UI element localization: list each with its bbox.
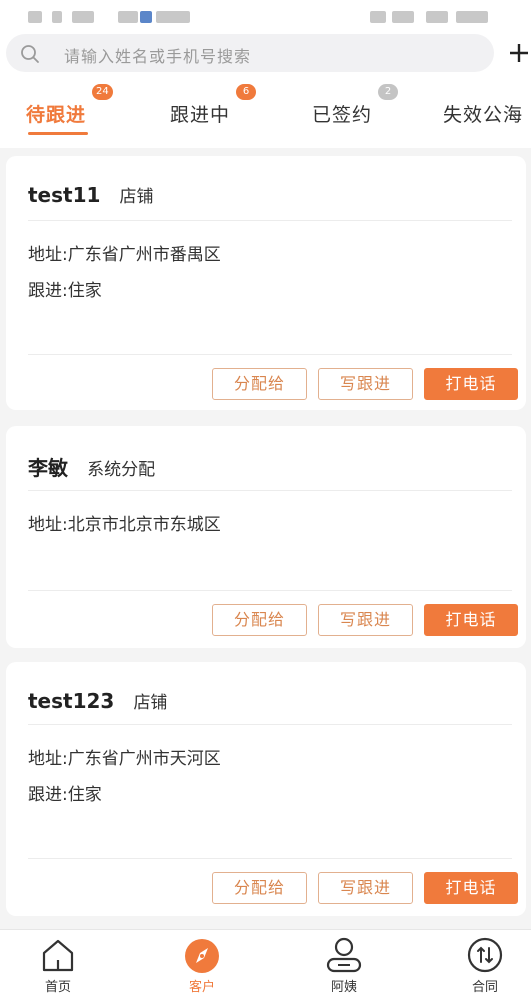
status-blur [72, 11, 94, 23]
nav-customers[interactable]: 客户 [172, 936, 232, 993]
assign-button[interactable]: 分配给 [212, 872, 307, 904]
customer-followup: 跟进:住家 [28, 785, 102, 805]
tab-badge: 24 [92, 84, 113, 100]
home-icon [42, 939, 74, 972]
search-icon [21, 45, 39, 63]
tab-signed[interactable]: 已签约 [312, 100, 372, 127]
card-divider [28, 220, 512, 221]
tab-badge: 6 [236, 84, 256, 100]
card-header: test123 店铺 [28, 688, 167, 713]
nav-label: 客户 [188, 980, 215, 993]
customer-name: test123 [28, 689, 115, 713]
call-button[interactable]: 打电话 [424, 368, 518, 400]
add-icon[interactable] [507, 36, 531, 70]
tab-pending[interactable]: 待跟进 [26, 100, 86, 127]
tab-label: 跟进中 [170, 104, 231, 126]
card-divider [28, 724, 512, 725]
customer-name: 李敏 [28, 456, 68, 480]
status-blur [370, 11, 386, 23]
search-input[interactable]: 请输入姓名或手机号搜索 [6, 34, 494, 72]
nav-home[interactable]: 首页 [28, 936, 88, 993]
tab-badge: 2 [378, 84, 398, 100]
status-bar [0, 0, 531, 34]
customer-source: 系统分配 [87, 460, 156, 480]
card-header: test11 店铺 [28, 182, 154, 207]
call-button[interactable]: 打电话 [424, 604, 518, 636]
status-blur [52, 11, 62, 23]
customer-card[interactable]: test11 店铺 地址:广东省广州市番禺区 跟进:住家 分配给 写跟进 打电话 [6, 156, 526, 410]
nav-label: 阿姨 [330, 980, 357, 993]
card-divider [28, 490, 512, 491]
customer-card[interactable]: test123 店铺 地址:广东省广州市天河区 跟进:住家 分配给 写跟进 打电… [6, 662, 526, 916]
write-followup-button[interactable]: 写跟进 [318, 604, 413, 636]
nav-label: 首页 [44, 980, 71, 993]
call-button[interactable]: 打电话 [424, 872, 518, 904]
customer-source: 店铺 [133, 693, 168, 713]
card-header: 李敏 系统分配 [28, 452, 155, 481]
status-tabs: 待跟进 24 跟进中 6 已签约 2 失效公海 [0, 76, 531, 148]
tab-expired-pool[interactable]: 失效公海 [443, 100, 523, 127]
tab-label: 失效公海 [443, 104, 524, 126]
nav-nannies[interactable]: 阿姨 [314, 936, 374, 993]
assign-button[interactable]: 分配给 [212, 368, 307, 400]
tab-following[interactable]: 跟进中 [170, 100, 230, 127]
contract-icon [467, 937, 503, 973]
card-divider [28, 590, 512, 591]
status-blur [28, 11, 42, 23]
customer-address: 地址:北京市北京市东城区 [28, 515, 221, 535]
customer-name: test11 [28, 183, 101, 207]
tab-active-indicator [28, 132, 88, 135]
search-row: 请输入姓名或手机号搜索 [0, 34, 531, 76]
customer-card[interactable]: 李敏 系统分配 地址:北京市北京市东城区 分配给 写跟进 打电话 [6, 426, 526, 648]
status-blur [456, 11, 488, 23]
bottom-nav: 首页 客户 阿姨 合同 [0, 929, 531, 993]
status-blur [140, 11, 152, 23]
status-blur [156, 11, 190, 23]
nav-contracts[interactable]: 合同 [455, 936, 515, 993]
customer-address: 地址:广东省广州市番禺区 [28, 245, 221, 265]
nav-label: 合同 [471, 980, 498, 993]
card-divider [28, 354, 512, 355]
status-blur [118, 11, 138, 23]
assign-button[interactable]: 分配给 [212, 604, 307, 636]
status-blur [392, 11, 414, 23]
write-followup-button[interactable]: 写跟进 [318, 872, 413, 904]
tab-label: 已签约 [312, 104, 373, 126]
customer-followup: 跟进:住家 [28, 281, 102, 301]
search-placeholder: 请输入姓名或手机号搜索 [64, 47, 252, 66]
card-divider [28, 858, 512, 859]
write-followup-button[interactable]: 写跟进 [318, 368, 413, 400]
customer-address: 地址:广东省广州市天河区 [28, 749, 221, 769]
status-blur [426, 11, 448, 23]
customer-source: 店铺 [119, 187, 154, 207]
tab-label: 待跟进 [26, 104, 87, 126]
compass-icon [185, 939, 219, 973]
person-icon [326, 937, 362, 973]
